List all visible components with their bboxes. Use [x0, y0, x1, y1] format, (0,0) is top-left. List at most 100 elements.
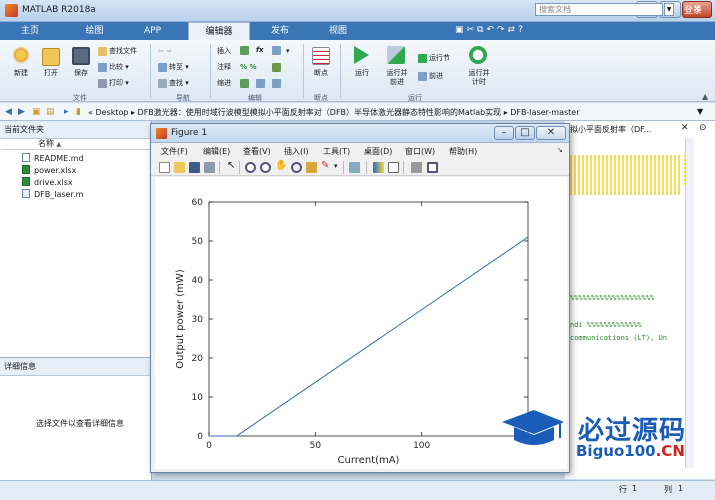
run-and-advance-label[interactable]: 运行并 前进: [380, 69, 414, 87]
forward-arrow-icon[interactable]: ▶: [18, 107, 25, 117]
run-icon[interactable]: [354, 46, 369, 64]
group-separator: [340, 44, 341, 98]
file-item[interactable]: drive.xlsx: [22, 177, 73, 189]
breakpoints-button-label[interactable]: 断点: [306, 69, 336, 78]
compare-label: 比较: [109, 63, 123, 71]
goto-button[interactable]: 转至 ▾: [158, 62, 189, 72]
editor-menu-icon[interactable]: ⊙: [699, 123, 707, 133]
insert-colorbar-icon[interactable]: [373, 162, 384, 173]
tab-editor[interactable]: 编辑器: [188, 22, 250, 40]
brush-dropdown-icon[interactable]: ▾: [334, 162, 338, 170]
figure-close-button[interactable]: ✕: [536, 126, 566, 140]
menu-help[interactable]: 帮助(H): [449, 146, 477, 157]
new-figure-icon[interactable]: [159, 162, 170, 173]
editor-close-icon[interactable]: ✕: [681, 123, 689, 133]
edit-plot-arrow-icon[interactable]: ↖: [227, 160, 235, 171]
advance-label: 前进: [429, 72, 443, 80]
search-documentation-input[interactable]: 搜索文档: [535, 3, 663, 16]
new-icon[interactable]: [12, 46, 30, 64]
editor-scrollbar[interactable]: [685, 138, 694, 468]
tab-publish[interactable]: 发布: [255, 22, 305, 40]
show-plot-tools-icon[interactable]: [427, 162, 438, 173]
comment-percent-icon[interactable]: % %: [240, 62, 256, 72]
run-button-label[interactable]: 运行: [348, 69, 376, 78]
tab-home[interactable]: 主页: [10, 22, 50, 40]
back-arrow-icon[interactable]: ◀: [5, 107, 12, 117]
code-tools-icon[interactable]: [272, 46, 281, 55]
y-tick-label: 0: [197, 432, 203, 442]
file-item[interactable]: README.md: [22, 153, 84, 165]
print-figure-icon[interactable]: [204, 162, 215, 173]
insert-legend-icon[interactable]: [388, 162, 399, 173]
menu-tools[interactable]: 工具(T): [323, 146, 350, 157]
path-root-icon[interactable]: ▸: [64, 107, 69, 117]
save-figure-icon[interactable]: [189, 162, 200, 173]
tab-view[interactable]: 视图: [313, 22, 363, 40]
quick-access-toolbar[interactable]: ▣✂⧉↶↷⇄?: [455, 25, 526, 35]
run-and-time-icon[interactable]: [469, 46, 487, 64]
save-icon[interactable]: [72, 47, 90, 65]
pan-hand-icon[interactable]: ✋: [275, 160, 287, 171]
figure-minimize-button[interactable]: –: [494, 126, 514, 140]
decrease-indent-icon[interactable]: [256, 79, 265, 88]
save-button-label[interactable]: 保存: [68, 69, 94, 78]
file-item[interactable]: power.xlsx: [22, 165, 76, 177]
rotate-3d-icon[interactable]: [291, 162, 302, 173]
code-line[interactable]: ndi %%%%%%%%%%%%%: [570, 321, 685, 329]
insert-dropdown-icon[interactable]: ▾: [286, 46, 290, 56]
insert-function-button[interactable]: fx: [256, 45, 264, 55]
indent-button[interactable]: 缩进: [217, 78, 231, 88]
open-file-icon[interactable]: [174, 162, 185, 173]
smart-indent-icon[interactable]: [240, 79, 249, 88]
find-files-icon: [98, 46, 107, 56]
browse-folder-icon[interactable]: ▤: [46, 107, 55, 117]
insert-button[interactable]: 插入: [217, 46, 231, 56]
up-folder-icon[interactable]: ▣: [32, 107, 41, 117]
hide-plot-tools-icon[interactable]: [411, 162, 422, 173]
tab-apps[interactable]: APP: [130, 22, 175, 40]
sort-ascending-icon: ▲: [56, 141, 62, 148]
find-files-button[interactable]: 查找文件: [98, 46, 137, 56]
menu-desktop[interactable]: 桌面(D): [364, 146, 392, 157]
current-folder-path[interactable]: « Desktop ▸ DFB激光器：使用时域行波模型模拟小平面反射率对（DFB…: [88, 107, 580, 118]
comment-button[interactable]: 注释: [217, 62, 231, 72]
column-value: 1: [678, 484, 684, 493]
zoom-in-icon[interactable]: [245, 162, 256, 173]
new-button-label[interactable]: 新建: [8, 69, 34, 78]
open-button-label[interactable]: 打开: [38, 69, 64, 78]
find-button[interactable]: 查找 ▾: [158, 78, 189, 88]
brush-icon[interactable]: ✎: [321, 160, 329, 171]
code-line[interactable]: communications (LT), Un: [570, 334, 685, 342]
insert-section-icon[interactable]: [240, 46, 249, 55]
search-dropdown-icon[interactable]: ▼: [664, 3, 674, 16]
zoom-out-icon[interactable]: [260, 162, 271, 173]
wrap-comment-icon[interactable]: [272, 63, 281, 72]
run-section-button[interactable]: 运行节: [418, 53, 450, 63]
data-cursor-icon[interactable]: [306, 162, 317, 173]
menu-edit[interactable]: 编辑(E): [203, 146, 230, 157]
code-line[interactable]: %%%%%%%%%%%%%%%%%%%%: [570, 294, 685, 302]
editor-file-tab[interactable]: 拟小平面反射率（DF...: [570, 124, 675, 135]
breakpoints-icon[interactable]: [312, 47, 330, 65]
name-column-header[interactable]: 名称 ▲: [2, 138, 150, 150]
file-item[interactable]: DFB_laser.m: [22, 189, 83, 201]
tab-plots[interactable]: 绘图: [72, 22, 117, 40]
increase-indent-icon[interactable]: [272, 79, 281, 88]
collapse-ribbon-icon[interactable]: ▲: [702, 92, 708, 101]
figure-maximize-button[interactable]: □: [515, 126, 535, 140]
path-dropdown-icon[interactable]: ▼: [697, 107, 703, 116]
menu-view[interactable]: 查看(V): [243, 146, 271, 157]
back-forward-buttons[interactable]: ⇦ ⇨: [158, 46, 172, 56]
menu-file[interactable]: 文件(F): [161, 146, 188, 157]
run-and-advance-icon[interactable]: [387, 46, 405, 64]
login-link[interactable]: 登录: [684, 3, 702, 16]
dock-arrow-icon[interactable]: ↘: [557, 146, 563, 154]
menu-insert[interactable]: 插入(I): [284, 146, 309, 157]
run-and-time-label[interactable]: 运行并 计时: [462, 69, 496, 87]
menu-window[interactable]: 窗口(W): [405, 146, 435, 157]
link-plot-icon[interactable]: [349, 162, 360, 173]
print-button[interactable]: 打印 ▾: [98, 78, 129, 88]
advance-button[interactable]: 前进: [418, 71, 443, 81]
open-folder-icon[interactable]: [42, 48, 60, 66]
compare-button[interactable]: 比较 ▾: [98, 62, 129, 72]
